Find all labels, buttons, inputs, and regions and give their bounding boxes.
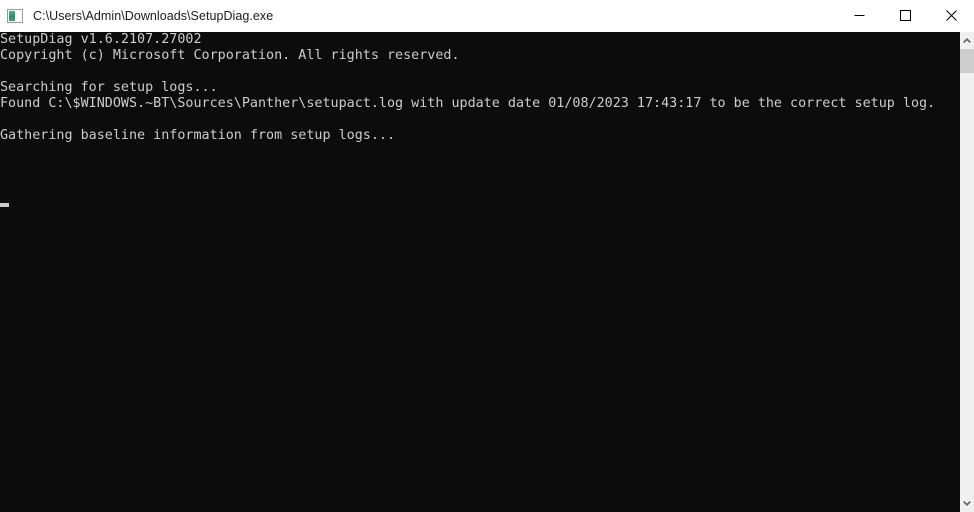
console-output[interactable]: SetupDiag v1.6.2107.27002 Copyright (c) … [0, 32, 960, 512]
scroll-down-button[interactable] [960, 495, 974, 512]
console-area[interactable]: SetupDiag v1.6.2107.27002 Copyright (c) … [0, 32, 974, 512]
console-line: Found C:\$WINDOWS.~BT\Sources\Panther\se… [0, 96, 936, 111]
console-icon-panel [9, 10, 15, 21]
scrollbar-thumb[interactable] [960, 49, 974, 73]
console-line: Searching for setup logs... [0, 80, 218, 95]
console-line: SetupDiag v1.6.2107.27002 [0, 32, 202, 47]
text-cursor [0, 203, 9, 207]
close-icon [945, 10, 957, 21]
close-button[interactable] [928, 0, 974, 31]
scroll-up-button[interactable] [960, 32, 974, 49]
chevron-down-icon [963, 501, 971, 506]
title-bar[interactable]: C:\Users\Admin\Downloads\SetupDiag.exe [0, 0, 974, 32]
console-line: Copyright (c) Microsoft Corporation. All… [0, 48, 460, 63]
chevron-up-icon [963, 38, 971, 43]
title-bar-left: C:\Users\Admin\Downloads\SetupDiag.exe [0, 0, 836, 31]
maximize-icon [899, 10, 911, 21]
minimize-button[interactable] [836, 0, 882, 31]
console-window: C:\Users\Admin\Downloads\SetupDiag.exe S… [0, 0, 974, 512]
vertical-scrollbar[interactable] [960, 32, 974, 512]
minimize-icon [854, 15, 864, 16]
maximize-button[interactable] [882, 0, 928, 31]
scrollbar-track[interactable] [960, 49, 974, 495]
window-title: C:\Users\Admin\Downloads\SetupDiag.exe [33, 8, 274, 23]
console-app-icon [7, 8, 24, 24]
console-line: Gathering baseline information from setu… [0, 128, 396, 143]
window-controls [836, 0, 974, 31]
console-icon-page [16, 10, 21, 21]
